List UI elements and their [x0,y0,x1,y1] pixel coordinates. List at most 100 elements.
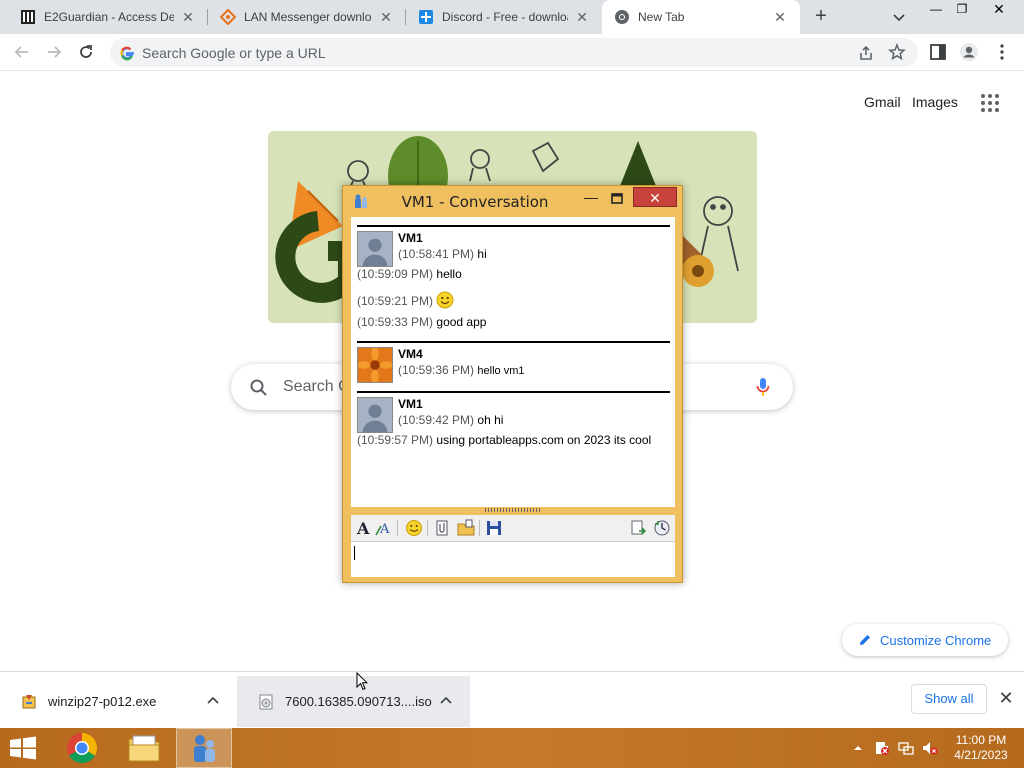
tab-new-tab[interactable]: New Tab ✕ [602,0,800,34]
customize-chrome-button[interactable]: Customize Chrome [842,624,1008,656]
bookmark-star-icon[interactable] [888,43,906,61]
message-text: hello [436,267,462,281]
message-line: (10:58:41 PM) hi [398,247,487,261]
volume-muted-icon[interactable] [922,740,938,756]
clock-date: 4/21/2023 [954,748,1008,762]
restore-button[interactable]: ❐ [947,0,977,20]
message-line: (10:59:21 PM) [357,291,454,309]
svg-text:A: A [356,519,370,537]
tab-close-icon[interactable]: ✕ [378,9,394,25]
message-block: VM1 (10:59:42 PM) oh hi (10:59:57 PM) us… [357,391,670,461]
e2guardian-icon [21,10,35,24]
download-item[interactable]: 7600.16385.090713....iso [237,676,470,727]
browser-toolbar [0,34,1024,71]
smiley-emoji-icon [436,291,454,309]
download-item[interactable]: winzip27-p012.exe [0,676,234,727]
action-center-icon[interactable] [874,740,890,756]
send-folder-icon[interactable] [457,519,475,537]
installer-icon [22,694,36,708]
conversation-log: VM1 (10:58:41 PM) hi (10:59:09 PM) hello… [351,217,675,507]
tab-close-icon[interactable]: ✕ [772,9,788,25]
tab-close-icon[interactable]: ✕ [180,9,196,25]
tab-title: LAN Messenger downloa [244,10,372,24]
images-link[interactable]: Images [912,94,958,110]
chrome-icon [615,10,629,24]
message-text: oh hi [477,413,504,427]
new-tab-button[interactable]: + [810,6,832,28]
formatting-toolbar: A A [351,515,675,541]
forward-arrow-icon[interactable] [44,42,64,62]
chrome-icon [66,733,98,764]
font-icon[interactable]: A [355,519,373,537]
message-text: hello vm1 [477,365,525,377]
message-timestamp: (10:59:42 PM) [398,413,475,427]
text-caret [354,546,355,560]
flower-avatar [357,347,393,383]
window-close-button[interactable]: ✕ [633,187,677,207]
window-maximize-icon[interactable] [607,189,627,209]
tab-lan-messenger[interactable]: LAN Messenger downloa ✕ [208,0,406,34]
more-menu-icon[interactable] [992,42,1012,62]
chevron-up-icon[interactable] [439,693,453,707]
file-explorer-icon [128,735,160,762]
message-timestamp: (10:58:41 PM) [398,247,475,261]
window-titlebar[interactable]: VM1 - Conversation — ✕ [343,186,682,216]
disc-image-icon [259,694,273,709]
taskbar-file-explorer[interactable] [116,728,172,768]
splitter-handle[interactable] [485,508,541,512]
toolbar-separator [397,520,398,536]
side-panel-icon[interactable] [928,42,948,62]
download-filename: 7600.16385.090713....iso [285,694,432,709]
show-hidden-icons-icon[interactable] [850,740,866,756]
download-filename: winzip27-p012.exe [48,694,157,709]
send-file-icon[interactable] [433,519,451,537]
message-timestamp: (10:59:36 PM) [398,363,475,377]
address-input[interactable] [142,38,842,67]
message-input[interactable] [351,541,675,577]
network-icon[interactable] [898,740,914,756]
lan-messenger-icon [220,9,236,25]
tab-close-icon[interactable]: ✕ [574,9,590,25]
tab-title: E2Guardian - Access Den [44,10,174,24]
clock-time: 11:00 PM [955,733,1007,747]
omnibox[interactable] [110,38,918,67]
message-timestamp: (10:59:33 PM) [357,315,434,329]
messenger-conversation-window[interactable]: VM1 - Conversation — ✕ VM1 (10:58:41 PM)… [342,185,683,583]
sender-name: VM1 [398,231,423,245]
font-color-icon[interactable]: A [375,519,393,537]
windows-start-icon[interactable] [8,736,38,760]
voice-search-icon[interactable] [755,376,771,398]
message-block: VM1 (10:58:41 PM) hi (10:59:09 PM) hello… [357,225,670,337]
sender-name: VM1 [398,397,423,411]
gmail-link[interactable]: Gmail [864,94,901,110]
sender-name: VM4 [398,347,423,361]
tab-search-chevron-icon[interactable] [890,8,908,26]
show-all-downloads-button[interactable]: Show all [911,684,987,714]
discord-download-icon [419,10,433,24]
taskbar-clock[interactable]: 11:00 PM 4/21/2023 [946,733,1016,763]
default-user-avatar [357,397,393,433]
copy-history-icon[interactable] [629,519,647,537]
close-window-button[interactable]: ✕ [984,0,1014,20]
message-text: good app [436,315,487,329]
tab-e2guardian[interactable]: E2Guardian - Access Den ✕ [8,0,208,34]
history-clock-icon[interactable] [653,519,671,537]
pencil-icon [860,635,870,645]
message-line: (10:59:09 PM) hello [357,267,462,281]
tab-discord[interactable]: Discord - Free - downloa ✕ [406,0,602,34]
share-icon[interactable] [857,44,875,62]
reload-icon[interactable] [76,42,96,62]
window-minimize-button[interactable]: — [581,189,601,209]
chevron-up-icon[interactable] [206,693,220,707]
message-block: VM4 (10:59:36 PM) hello vm1 [357,341,670,389]
message-line: (10:59:33 PM) good app [357,315,486,329]
close-shelf-icon[interactable]: ✕ [998,689,1014,707]
emoticon-icon[interactable] [405,519,423,537]
taskbar-lan-messenger[interactable] [176,728,232,768]
save-icon[interactable] [485,519,503,537]
back-arrow-icon[interactable] [12,42,32,62]
customize-chrome-label: Customize Chrome [880,632,992,648]
profile-avatar-icon[interactable] [959,42,979,62]
google-apps-icon[interactable] [980,93,1000,113]
taskbar-chrome[interactable] [54,728,110,768]
